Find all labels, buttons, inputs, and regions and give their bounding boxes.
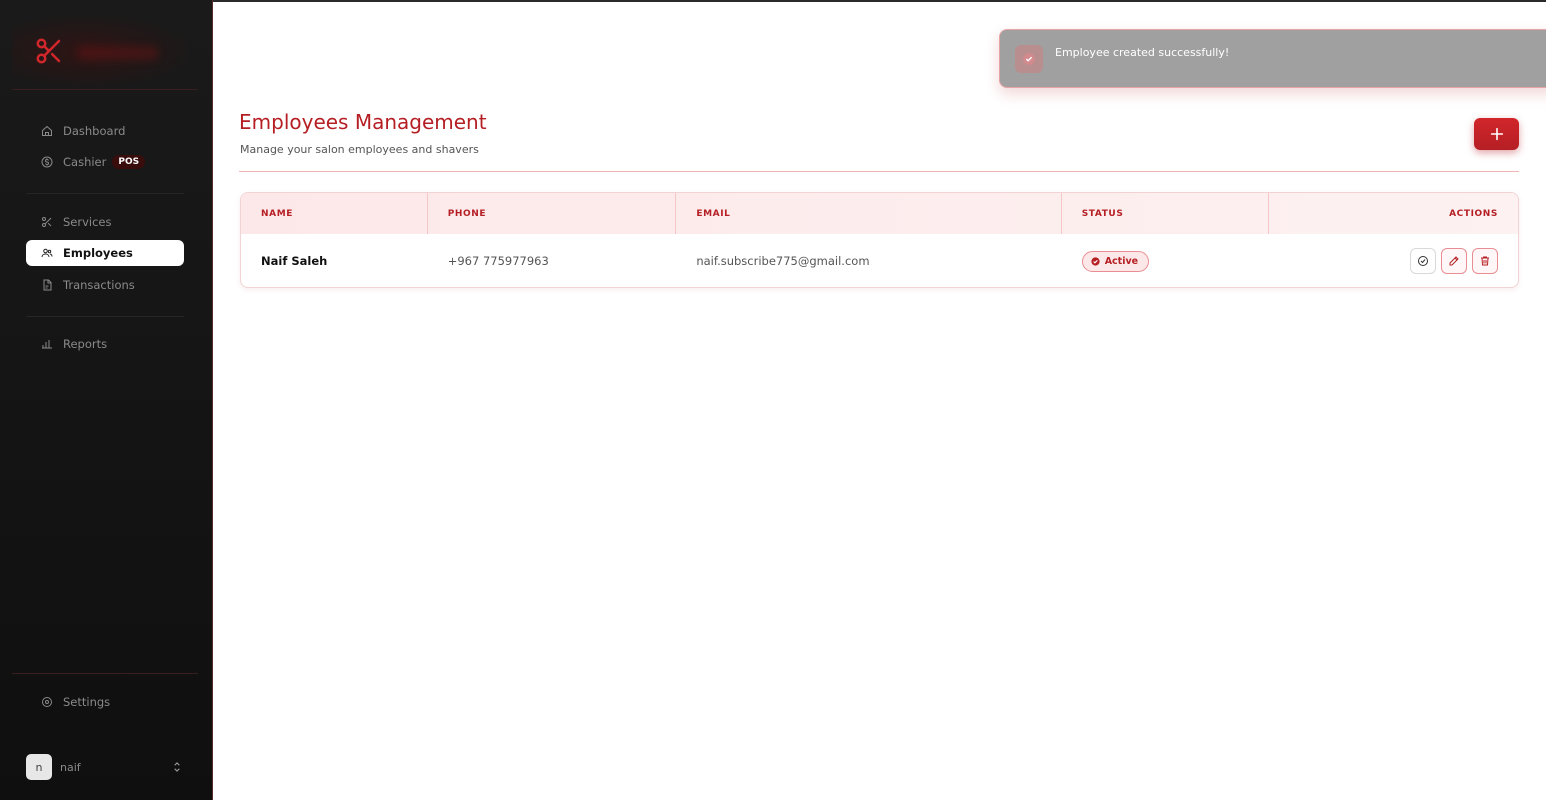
sidebar-divider (12, 89, 198, 90)
check-circle-outline-icon (1418, 256, 1429, 266)
sidebar-item-employees[interactable]: Employees (26, 240, 184, 266)
home-icon (40, 124, 54, 138)
employee-phone: +967 775977963 (447, 254, 549, 268)
toast-message: Employee created successfully! (1055, 46, 1230, 59)
sidebar-item-cashier[interactable]: Cashier POS (26, 149, 184, 175)
trash-icon (1481, 256, 1490, 266)
sidebar-item-dashboard[interactable]: Dashboard (26, 118, 184, 144)
employee-status-cell: Active (1062, 234, 1270, 287)
bar-chart-icon (40, 337, 54, 351)
status-label: Active (1104, 255, 1139, 267)
edit-icon (1449, 256, 1459, 266)
sidebar-item-label: Reports (63, 337, 108, 351)
success-toast[interactable]: Employee created successfully! (999, 29, 1546, 88)
table-header: NAME PHONE EMAIL STATUS ACTIONS (241, 193, 1518, 234)
table-row: Naif Saleh +967 775977963 naif.subscribe… (241, 234, 1518, 287)
sidebar-item-label: Dashboard (63, 124, 126, 138)
sidebar-item-settings[interactable]: Settings (26, 689, 184, 715)
chevron-up-down-icon[interactable] (170, 760, 184, 774)
employee-email: naif.subscribe775@gmail.com (696, 254, 870, 268)
employee-name: Naif Saleh (261, 254, 328, 268)
page-subtitle: Manage your salon employees and shavers (240, 143, 479, 156)
check-circle-icon (1023, 53, 1035, 65)
sidebar-item-reports[interactable]: Reports (26, 331, 184, 357)
employees-table: NAME PHONE EMAIL STATUS ACTIONS Naif Sal… (240, 192, 1519, 288)
dollar-icon (40, 155, 54, 169)
column-header-status: STATUS (1062, 193, 1270, 234)
column-header-name: NAME (241, 193, 428, 234)
toggle-status-button[interactable] (1410, 248, 1437, 274)
gear-icon (40, 695, 54, 709)
file-icon (40, 278, 54, 292)
column-header-phone: PHONE (428, 193, 677, 234)
check-circle-icon (1091, 256, 1100, 266)
row-actions (1269, 234, 1518, 287)
edit-button[interactable] (1441, 248, 1468, 274)
scissors-icon (40, 215, 54, 229)
sidebar-item-label: Employees (63, 246, 133, 260)
users-icon (40, 246, 54, 260)
status-badge: Active (1081, 250, 1150, 272)
logo-wordmark-blurred (78, 46, 158, 60)
page-title: Employees Management (239, 110, 487, 134)
sidebar-item-label: Transactions (63, 278, 135, 292)
sidebar-item-label: Services (63, 215, 112, 229)
nav-separator (26, 193, 184, 194)
nav-separator (26, 316, 184, 317)
sidebar-item-label: Cashier (63, 155, 107, 169)
user-name: naif (60, 760, 81, 774)
add-employee-button[interactable] (1474, 118, 1519, 150)
column-header-actions: ACTIONS (1449, 208, 1499, 219)
avatar: n (26, 754, 52, 780)
plus-icon (1490, 127, 1503, 141)
sidebar-item-services[interactable]: Services (26, 209, 184, 235)
sidebar-divider (12, 673, 198, 674)
sidebar-item-label: Settings (63, 695, 111, 709)
column-header-email: EMAIL (676, 193, 1062, 234)
sidebar-item-transactions[interactable]: Transactions (26, 272, 184, 298)
logo-area[interactable] (12, 12, 198, 90)
header-divider (239, 171, 1519, 172)
toast-icon-box (1015, 45, 1043, 73)
scissors-logo-icon (36, 38, 61, 64)
user-menu[interactable]: n naif (26, 754, 184, 780)
main-content: Employees Management Manage your salon e… (213, 0, 1546, 800)
sidebar: Dashboard Cashier POS Services Employees… (0, 0, 213, 800)
pos-badge: POS (112, 155, 146, 169)
delete-button[interactable] (1472, 248, 1499, 274)
